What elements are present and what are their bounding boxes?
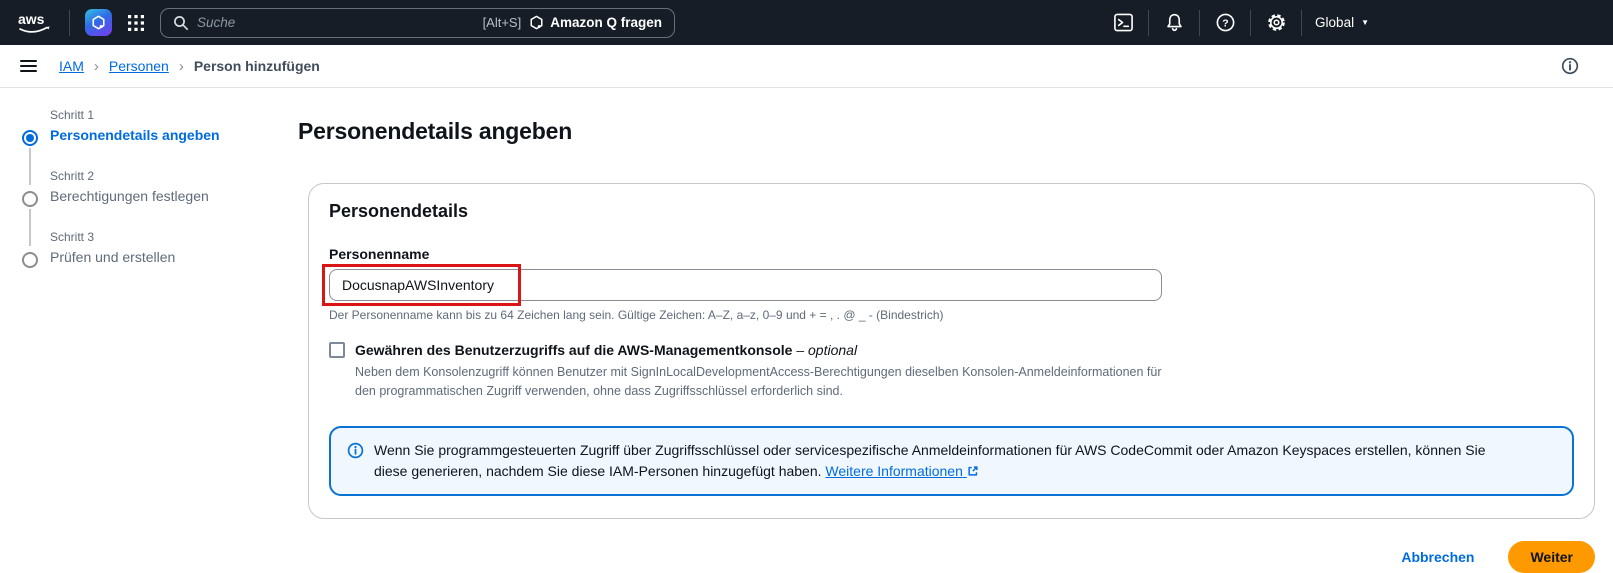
step-2-kicker: Schritt 2	[50, 169, 95, 183]
step-2-radio-icon	[22, 191, 38, 207]
wizard-steps-nav: Schritt 1 Personendetails angeben Schrit…	[22, 108, 277, 291]
breadcrumb-bar: IAM › Personen › Person hinzufügen	[0, 45, 1613, 88]
person-name-input-wrap	[322, 264, 1162, 306]
search-shortcut-hint: [Alt+S]	[482, 15, 522, 30]
step-3-kicker: Schritt 3	[50, 230, 95, 244]
top-navigation-bar: aws Suche [Alt+S] Amazon Q fragen ? Glob…	[0, 0, 1613, 45]
aws-logo[interactable]: aws	[16, 9, 54, 37]
chevron-down-icon: ▼	[1361, 18, 1369, 27]
aws-logo-text: aws	[18, 11, 45, 27]
console-access-description: Neben dem Konsolenzugriff können Benutze…	[355, 365, 1162, 399]
topbar-divider	[1199, 9, 1201, 36]
external-link-icon	[968, 466, 978, 476]
main-content: Personendetails angeben Personendetails …	[298, 118, 1595, 573]
search-placeholder: Suche	[197, 15, 236, 30]
region-label: Global	[1315, 15, 1355, 30]
region-selector[interactable]: Global ▼	[1315, 15, 1369, 30]
next-button[interactable]: Weiter	[1508, 540, 1595, 573]
topbar-divider	[1148, 9, 1150, 36]
console-access-optional-text: – optional	[796, 342, 858, 358]
amazon-q-badge-icon	[529, 15, 544, 30]
step-1-kicker: Schritt 1	[50, 108, 95, 122]
global-search-input[interactable]: Suche [Alt+S] Amazon Q fragen	[160, 7, 675, 38]
cloudshell-icon[interactable]	[1111, 11, 1135, 35]
card-title: Personendetails	[329, 201, 469, 221]
console-access-row: Gewähren des Benutzerzugriffs auf die AW…	[329, 342, 1574, 358]
person-details-card: Personendetails Personenname Der Persone…	[308, 183, 1595, 519]
person-name-hint: Der Personenname kann bis zu 64 Zeichen …	[329, 308, 944, 322]
settings-gear-icon[interactable]	[1264, 11, 1288, 35]
svg-text:?: ?	[1222, 17, 1228, 29]
info-icon	[347, 442, 364, 464]
console-access-checkbox[interactable]	[329, 342, 345, 358]
learn-more-label: Weitere Informationen	[825, 462, 963, 479]
learn-more-link[interactable]: Weitere Informationen	[825, 463, 978, 479]
step-2-label[interactable]: Berechtigungen festlegen	[50, 188, 277, 204]
breadcrumb-link-personen[interactable]: Personen	[109, 58, 169, 74]
search-icon	[173, 15, 189, 31]
page-info-icon[interactable]	[1561, 57, 1579, 75]
info-alert-text: Wenn Sie programmgesteuerten Zugriff übe…	[374, 440, 1516, 482]
amazon-q-app-icon[interactable]	[85, 9, 112, 36]
step-1-radio-icon	[22, 130, 38, 146]
step-3-radio-icon	[22, 252, 38, 268]
page-title: Personendetails angeben	[298, 118, 573, 144]
breadcrumb-separator-icon: ›	[93, 57, 99, 75]
person-name-label: Personenname	[329, 246, 430, 262]
breadcrumb-separator-icon: ›	[178, 57, 184, 75]
topbar-utilities: ? Global ▼	[1111, 9, 1369, 36]
ask-amazon-q-label: Amazon Q fragen	[550, 15, 662, 30]
topbar-divider	[1301, 9, 1303, 36]
help-icon[interactable]: ?	[1213, 11, 1237, 35]
services-grid-icon[interactable]	[127, 14, 145, 32]
console-access-label[interactable]: Gewähren des Benutzerzugriffs auf die AW…	[355, 342, 857, 358]
console-access-label-text: Gewähren des Benutzerzugriffs auf die AW…	[355, 342, 793, 358]
cancel-button[interactable]: Abbrechen	[1397, 543, 1478, 571]
wizard-step-1: Schritt 1 Personendetails angeben	[22, 108, 277, 185]
menu-hamburger-icon[interactable]	[20, 60, 37, 72]
step-3-label[interactable]: Prüfen und erstellen	[50, 249, 277, 265]
topbar-divider	[1250, 9, 1252, 36]
person-name-input[interactable]	[329, 269, 1162, 301]
wizard-footer: Abbrechen Weiter	[298, 540, 1595, 573]
breadcrumb-link-iam[interactable]: IAM	[59, 58, 84, 74]
topbar-divider	[69, 9, 70, 36]
breadcrumb: IAM › Personen › Person hinzufügen	[59, 58, 320, 75]
breadcrumb-current-page: Person hinzufügen	[193, 58, 320, 74]
info-alert: Wenn Sie programmgesteuerten Zugriff übe…	[329, 425, 1574, 496]
wizard-step-2: Schritt 2 Berechtigungen festlegen	[22, 169, 277, 246]
notifications-bell-icon[interactable]	[1162, 11, 1186, 35]
ask-amazon-q-button[interactable]: Amazon Q fragen	[529, 15, 662, 30]
step-1-label[interactable]: Personendetails angeben	[50, 127, 277, 143]
wizard-step-3: Schritt 3 Prüfen und erstellen	[22, 230, 277, 291]
